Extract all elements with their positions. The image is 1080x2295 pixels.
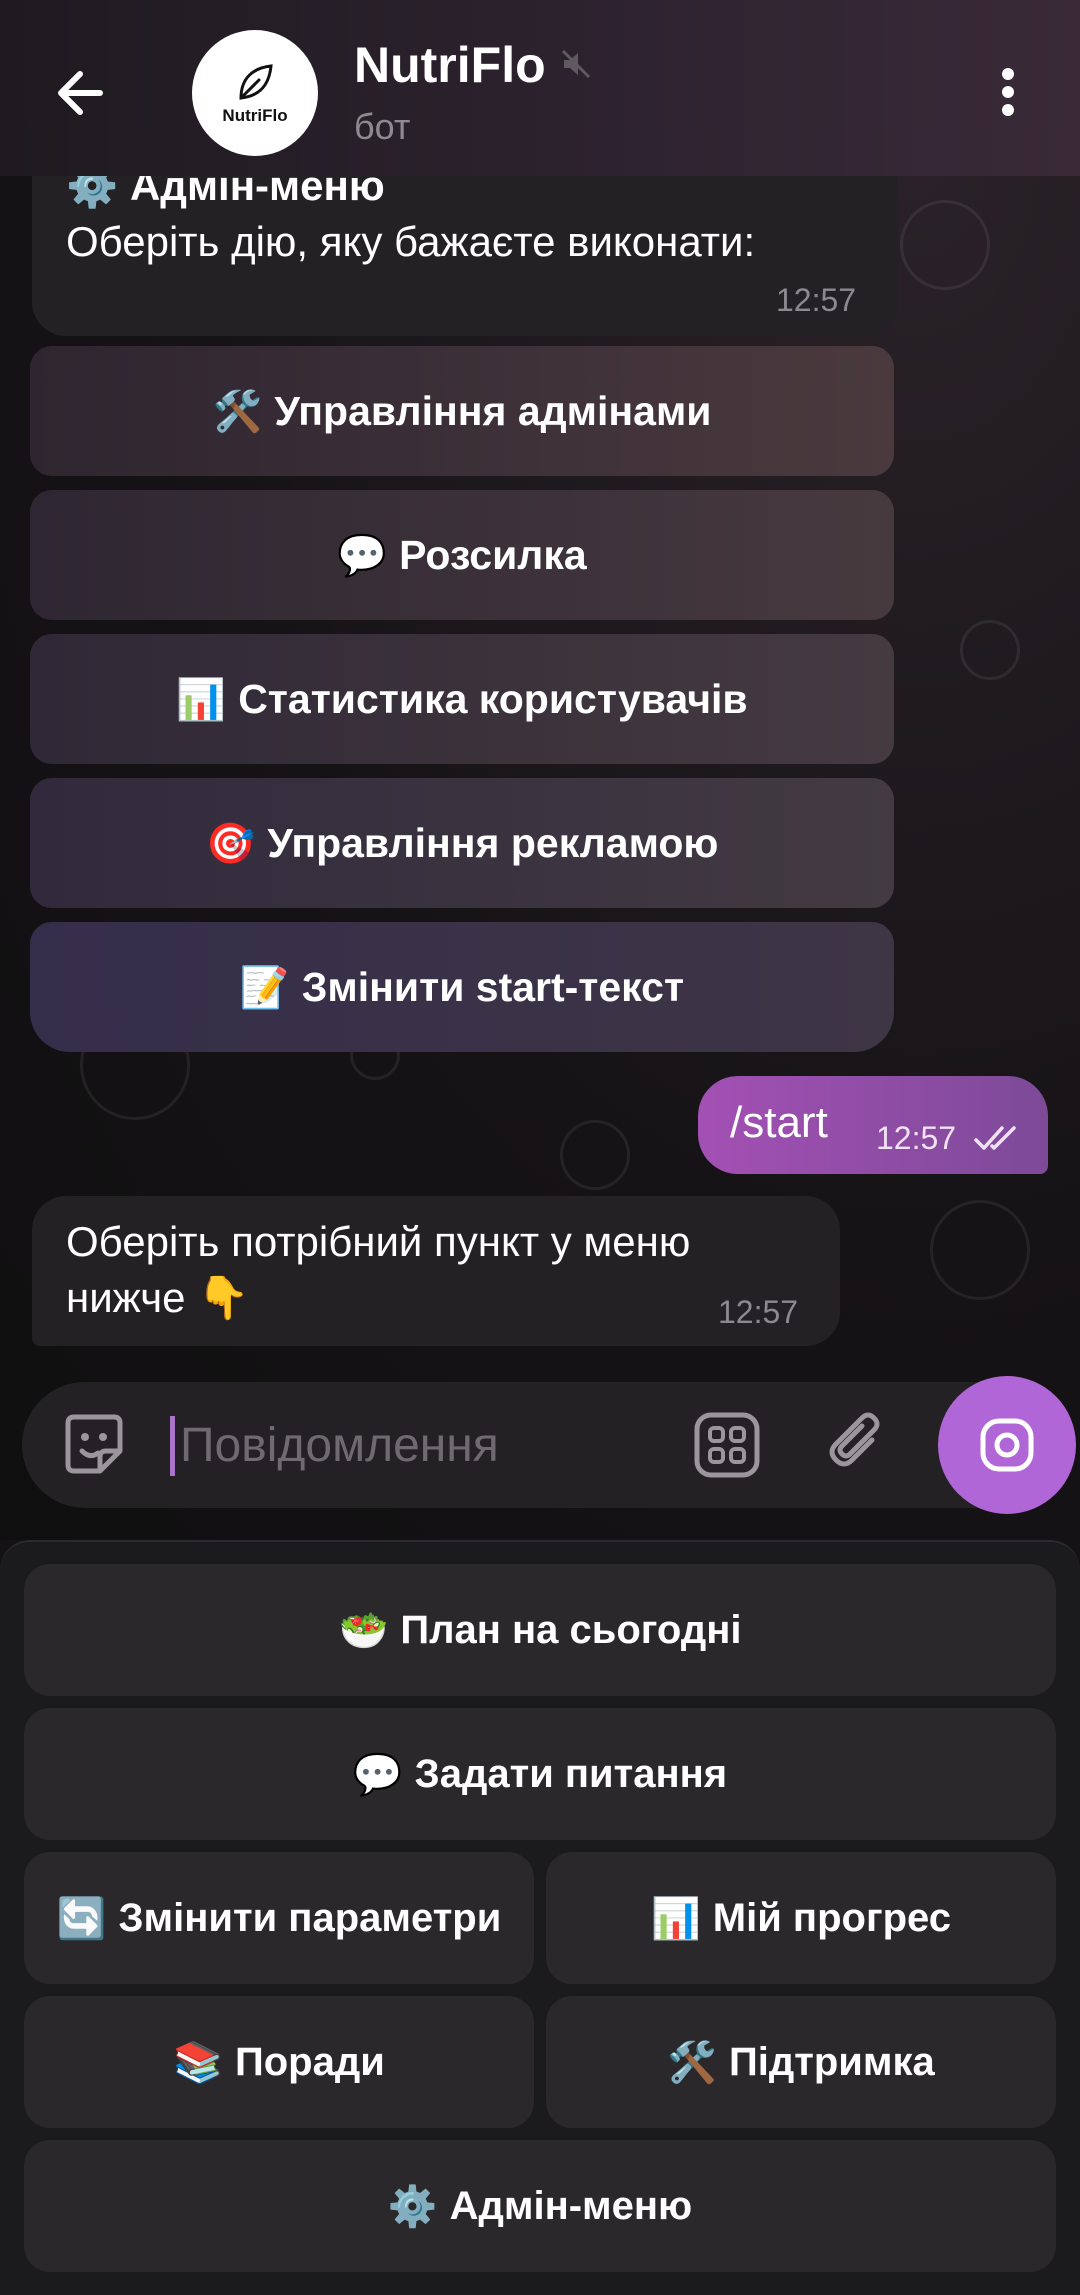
inline-button-label: Управління адмінами (274, 387, 712, 434)
bot-avatar[interactable]: NutriFlo (192, 30, 318, 156)
speech-bubble-icon: 💬 (337, 533, 388, 578)
tools-icon: 🛠️ (667, 2040, 718, 2085)
keyboard-button-plan-today[interactable]: 🥗 План на сьогодні (24, 1564, 1056, 1696)
books-icon: 📚 (173, 2040, 223, 2085)
keyboard-button-label: Адмін-меню (449, 2183, 693, 2228)
inline-button-broadcast[interactable]: 💬 Розсилка (30, 490, 894, 620)
salad-icon: 🥗 (338, 1608, 389, 1653)
back-arrow-icon[interactable] (48, 58, 118, 128)
message-input[interactable]: Повідомлення (180, 1418, 499, 1473)
leaf-icon (239, 64, 273, 100)
keyboard-button-label: Мій прогрес (712, 1895, 952, 1940)
wallpaper-doodle (930, 1200, 1030, 1300)
chat-area: NutriFlo NutriFlo бот ⚙️ Адмін-меню Обер… (0, 0, 1080, 1540)
message-time: 12:57 (876, 1120, 957, 1156)
inline-button-label: Управління рекламою (267, 819, 719, 866)
chat-subtitle: бот (354, 106, 411, 147)
wallpaper-doodle (560, 1120, 630, 1190)
reply-keyboard: 🥗 План на сьогодні 💬 Задати питання 🔄 Зм… (0, 1540, 1080, 2295)
message-text: Оберіть потрібний пункт у меню нижче 👇 (66, 1218, 691, 1321)
double-check-icon (974, 1124, 1024, 1154)
bot-keyboard-icon[interactable] (692, 1410, 762, 1480)
mute-icon (560, 48, 592, 80)
chat-header: NutriFlo NutriFlo бот (0, 0, 1080, 176)
attach-icon[interactable] (822, 1410, 892, 1480)
text-caret (170, 1416, 175, 1476)
inline-button-manage-ads[interactable]: 🎯 Управління рекламою (30, 778, 894, 908)
more-options-icon[interactable] (990, 62, 1026, 122)
inline-button-manage-admins[interactable]: 🛠️ Управління адмінами (30, 346, 894, 476)
message-time: 12:57 (718, 1294, 799, 1330)
memo-icon: 📝 (239, 965, 290, 1010)
bar-chart-icon: 📊 (650, 1896, 701, 1941)
keyboard-button-support[interactable]: 🛠️ Підтримка (546, 1996, 1056, 2128)
message-time: 12:57 (776, 282, 857, 318)
speech-bubble-icon: 💬 (352, 1752, 403, 1797)
keyboard-button-my-progress[interactable]: 📊 Мій прогрес (546, 1852, 1056, 1984)
tools-icon: 🛠️ (212, 389, 263, 434)
outgoing-message-bubble: /start 12:57 (698, 1076, 1048, 1174)
wallpaper-doodle (960, 620, 1020, 680)
keyboard-button-admin-menu[interactable]: ⚙️ Адмін-меню (24, 2140, 1056, 2272)
keyboard-button-change-params[interactable]: 🔄 Змінити параметри (24, 1852, 534, 1984)
keyboard-button-label: Підтримка (729, 2039, 935, 2084)
camera-icon (980, 1418, 1034, 1472)
inline-button-label: Розсилка (399, 531, 587, 578)
camera-button[interactable] (938, 1376, 1076, 1514)
keyboard-button-tips[interactable]: 📚 Поради (24, 1996, 534, 2128)
avatar-logo-text: NutriFlo (222, 106, 288, 125)
chat-title[interactable]: NutriFlo (354, 36, 546, 94)
inline-button-user-stats[interactable]: 📊 Статистика користувачів (30, 634, 894, 764)
bar-chart-icon: 📊 (176, 677, 227, 722)
inline-button-edit-start-text[interactable]: 📝 Змінити start-текст (30, 922, 894, 1052)
inline-button-label: Статистика користувачів (238, 675, 748, 722)
wallpaper-doodle (900, 200, 990, 290)
sticker-icon[interactable] (58, 1409, 130, 1481)
gear-icon: ⚙️ (387, 2184, 438, 2229)
target-icon: 🎯 (205, 821, 256, 866)
message-text: /start (730, 1098, 828, 1147)
keyboard-button-label: Задати питання (414, 1751, 728, 1796)
message-input-bar: Повідомлення (22, 1376, 1076, 1514)
keyboard-button-label: Змінити параметри (118, 1895, 502, 1940)
message-text: Оберіть дію, яку бажаєте виконати: (66, 218, 756, 265)
inline-button-label: Змінити start-текст (301, 963, 685, 1010)
keyboard-button-label: План на сьогодні (400, 1607, 742, 1652)
message-bubble: Оберіть потрібний пункт у меню нижче 👇 1… (32, 1196, 840, 1346)
keyboard-button-ask-question[interactable]: 💬 Задати питання (24, 1708, 1056, 1840)
repeat-icon: 🔄 (56, 1896, 107, 1941)
keyboard-button-label: Поради (234, 2039, 385, 2084)
message-bubble: ⚙️ Адмін-меню Оберіть дію, яку бажаєте в… (32, 150, 898, 336)
